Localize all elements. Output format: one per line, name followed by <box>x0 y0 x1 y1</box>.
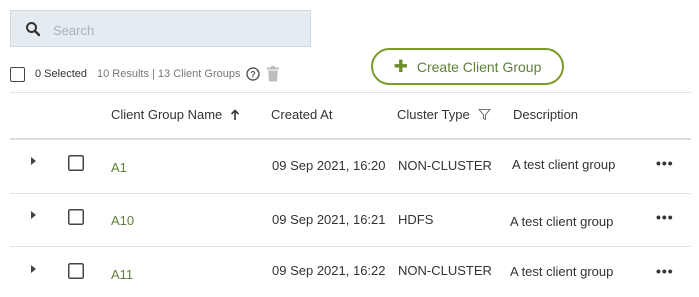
column-label-created: Created At <box>271 107 333 122</box>
select-all-checkbox[interactable] <box>10 66 25 82</box>
column-header-description[interactable]: Description <box>513 107 578 122</box>
created-at-cell: 09 Sep 2021, 16:21 <box>272 212 386 227</box>
row-checkbox[interactable] <box>68 263 84 279</box>
column-header-name[interactable]: Client Group Name <box>111 107 240 122</box>
selection-toolbar: 0 Selected 10 Results | 13 Client Groups… <box>10 64 280 84</box>
row-divider <box>10 246 691 247</box>
column-header-cluster[interactable]: Cluster Type <box>397 107 491 122</box>
expand-caret-icon[interactable] <box>31 157 36 165</box>
filter-icon[interactable] <box>477 108 491 121</box>
row-divider <box>10 193 691 194</box>
more-options-icon[interactable]: ••• <box>656 209 674 225</box>
cluster-type-cell: NON-CLUSTER <box>398 158 492 173</box>
create-client-group-button[interactable]: ✚ Create Client Group <box>371 48 564 85</box>
row-checkbox[interactable] <box>68 209 84 225</box>
search-input[interactable] <box>51 19 305 41</box>
plus-icon: ✚ <box>393 57 408 76</box>
cluster-type-cell: NON-CLUSTER <box>398 263 492 278</box>
expand-caret-icon[interactable] <box>31 211 36 219</box>
client-group-name-link[interactable]: A10 <box>111 213 134 228</box>
column-header-created[interactable]: Created At <box>271 107 332 122</box>
column-label-cluster: Cluster Type <box>397 107 470 122</box>
sort-ascending-icon[interactable] <box>230 108 240 121</box>
cluster-type-cell: HDFS <box>398 212 434 227</box>
results-count: 10 Results | 13 Client Groups <box>96 68 241 80</box>
header-divider <box>10 138 691 140</box>
client-group-name-link[interactable]: A11 <box>111 267 133 282</box>
created-at-cell: 09 Sep 2021, 16:20 <box>272 158 386 173</box>
created-at-cell: 09 Sep 2021, 16:22 <box>272 263 386 278</box>
more-options-icon[interactable]: ••• <box>656 263 674 279</box>
more-options-icon[interactable]: ••• <box>656 155 674 171</box>
expand-caret-icon[interactable] <box>31 265 36 273</box>
description-cell: A test client group <box>510 264 614 279</box>
row-checkbox[interactable] <box>68 155 84 171</box>
column-label-description: Description <box>513 107 579 122</box>
description-cell: A test client group <box>510 214 614 229</box>
column-label-name: Client Group Name <box>111 107 223 122</box>
description-cell: A test client group <box>512 157 616 172</box>
search-icon <box>26 22 41 37</box>
trash-icon[interactable] <box>266 66 280 82</box>
client-group-name-link[interactable]: A1 <box>111 160 127 175</box>
svg-text:?: ? <box>251 70 257 80</box>
search-box[interactable] <box>10 10 311 47</box>
divider <box>10 92 691 93</box>
help-icon[interactable]: ? <box>246 67 261 81</box>
selected-count: 0 Selected <box>35 68 87 80</box>
create-client-group-label: Create Client Group <box>416 58 542 75</box>
